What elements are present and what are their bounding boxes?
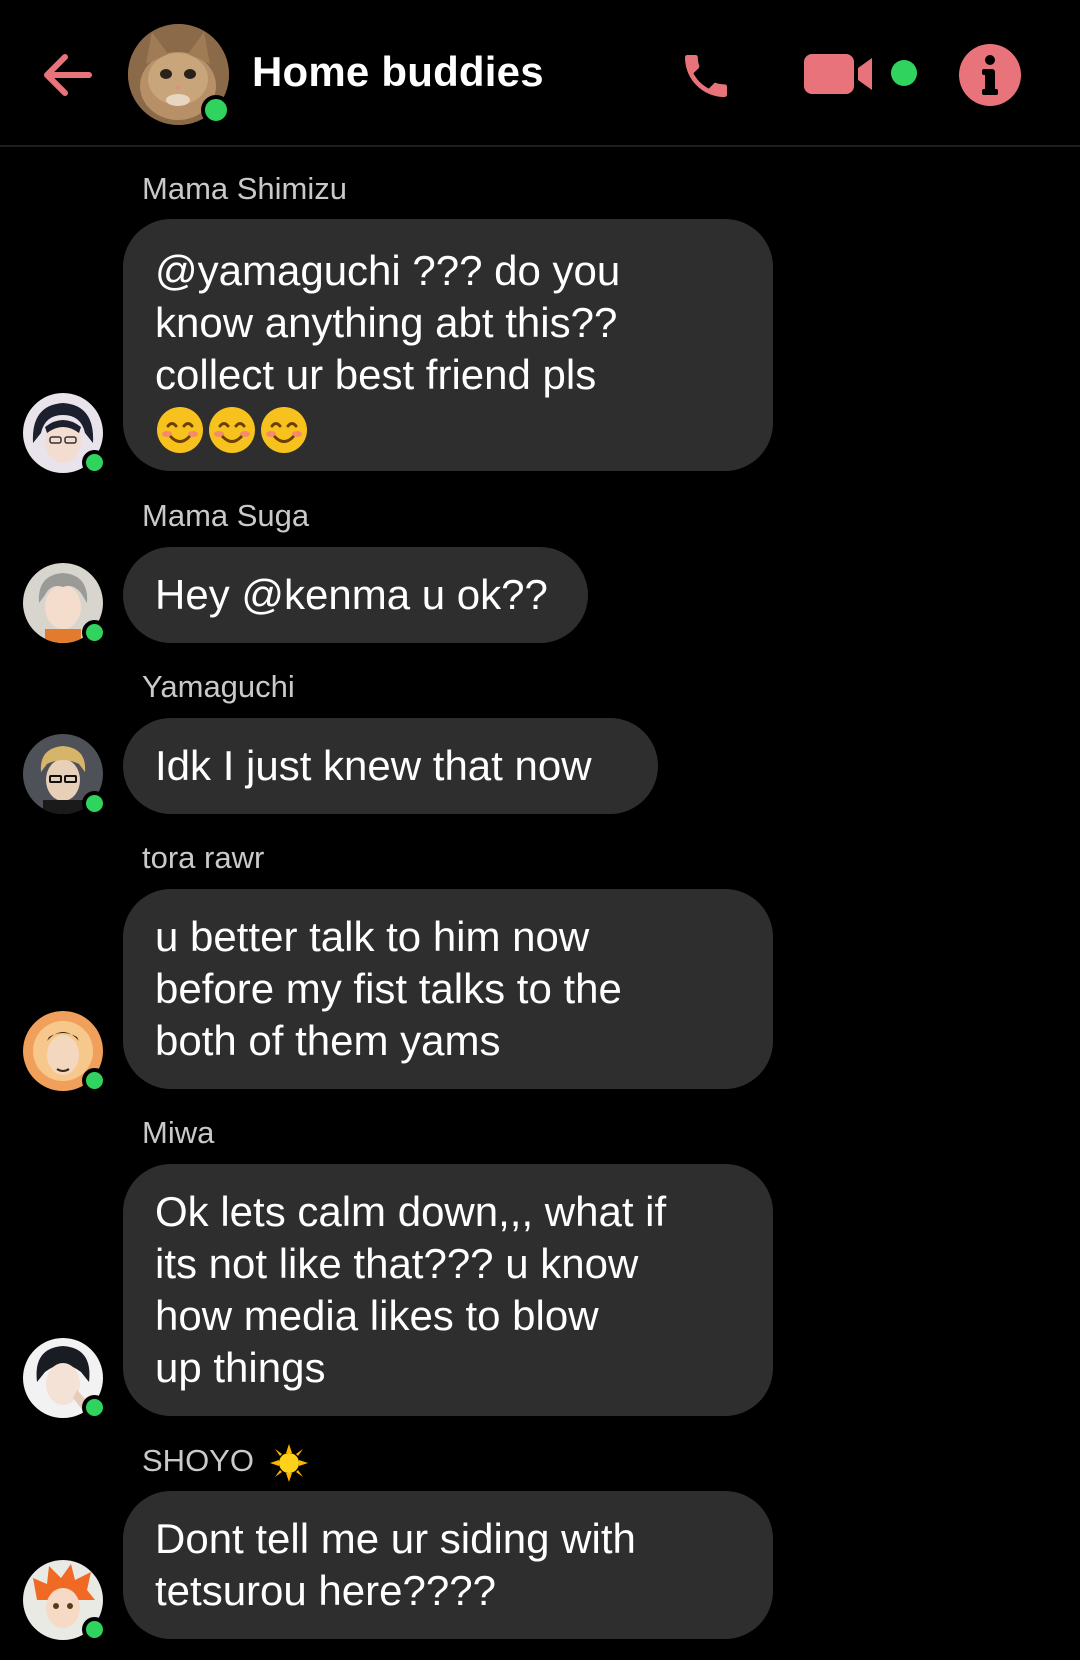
sender-name: Mama Shimizu bbox=[142, 171, 347, 206]
online-indicator bbox=[82, 1617, 107, 1642]
sender-name: tora rawr bbox=[142, 840, 265, 875]
back-arrow-icon bbox=[44, 54, 92, 96]
sender-name: Mama Suga bbox=[142, 498, 310, 533]
avatar[interactable] bbox=[23, 1560, 107, 1642]
sender-name: Miwa bbox=[142, 1115, 215, 1150]
message-text: know anything abt this?? bbox=[155, 299, 618, 346]
message-bubble[interactable]: Hey @kenma u ok?? bbox=[123, 547, 588, 643]
group-avatar[interactable] bbox=[128, 24, 231, 125]
emoji-row bbox=[155, 405, 741, 455]
message-text: collect ur best friend pls bbox=[155, 351, 597, 398]
conversation-title[interactable]: Home buddies bbox=[252, 48, 544, 96]
message-text: its not like that??? u know bbox=[155, 1240, 639, 1287]
message-text: Dont tell me ur siding with bbox=[155, 1515, 636, 1562]
message-text: @yamaguchi ??? do you bbox=[155, 247, 621, 294]
voice-call-button[interactable] bbox=[672, 42, 740, 110]
sender-name-text: SHOYO bbox=[142, 1443, 254, 1479]
back-button[interactable] bbox=[36, 44, 98, 106]
online-indicator bbox=[82, 791, 107, 816]
online-indicator bbox=[82, 1068, 107, 1093]
online-indicator bbox=[82, 620, 107, 645]
info-button[interactable] bbox=[957, 42, 1023, 108]
avatar[interactable] bbox=[23, 563, 107, 645]
online-indicator bbox=[82, 1395, 107, 1420]
sender-name: Yamaguchi bbox=[142, 669, 295, 704]
online-indicator bbox=[82, 450, 107, 475]
info-icon bbox=[959, 44, 1021, 106]
phone-icon bbox=[685, 55, 727, 97]
message-text: how media likes to blow bbox=[155, 1292, 599, 1339]
smiling-face-emoji-icon bbox=[157, 407, 203, 453]
chat-header: Home buddies bbox=[0, 0, 1080, 147]
avatar[interactable] bbox=[23, 734, 107, 816]
message-bubble[interactable]: @yamaguchi ??? do you know anything abt … bbox=[123, 219, 773, 471]
video-call-button[interactable] bbox=[802, 46, 882, 102]
sun-emoji-icon bbox=[269, 1444, 308, 1482]
message-bubble[interactable]: Dont tell me ur siding with tetsurou her… bbox=[123, 1491, 773, 1639]
chat-screen: Home buddies Mama Shimizu @yamaguchi ???… bbox=[0, 0, 1080, 1660]
message-text: up things bbox=[155, 1344, 326, 1391]
message-bubble[interactable]: Ok lets calm down,,, what if its not lik… bbox=[123, 1164, 773, 1416]
message-text: both of them yams bbox=[155, 1017, 501, 1064]
smiling-face-emoji-icon bbox=[209, 407, 255, 453]
avatar[interactable] bbox=[23, 1338, 107, 1420]
message-text: Idk I just knew that now bbox=[155, 742, 592, 789]
sender-name: SHOYO bbox=[142, 1443, 309, 1483]
avatar[interactable] bbox=[23, 393, 107, 475]
message-text: Hey @kenma u ok?? bbox=[155, 571, 548, 618]
message-text: u better talk to him now bbox=[155, 913, 590, 960]
active-call-indicator bbox=[891, 60, 917, 86]
smiling-face-emoji-icon bbox=[261, 407, 307, 453]
online-indicator bbox=[201, 95, 231, 125]
message-text: tetsurou here???? bbox=[155, 1567, 496, 1614]
video-camera-icon bbox=[804, 54, 872, 94]
message-text: before my fist talks to the bbox=[155, 965, 622, 1012]
avatar[interactable] bbox=[23, 1011, 107, 1093]
message-bubble[interactable]: Idk I just knew that now bbox=[123, 718, 658, 814]
message-text: Ok lets calm down,,, what if bbox=[155, 1188, 667, 1235]
message-bubble[interactable]: u better talk to him now before my fist … bbox=[123, 889, 773, 1089]
